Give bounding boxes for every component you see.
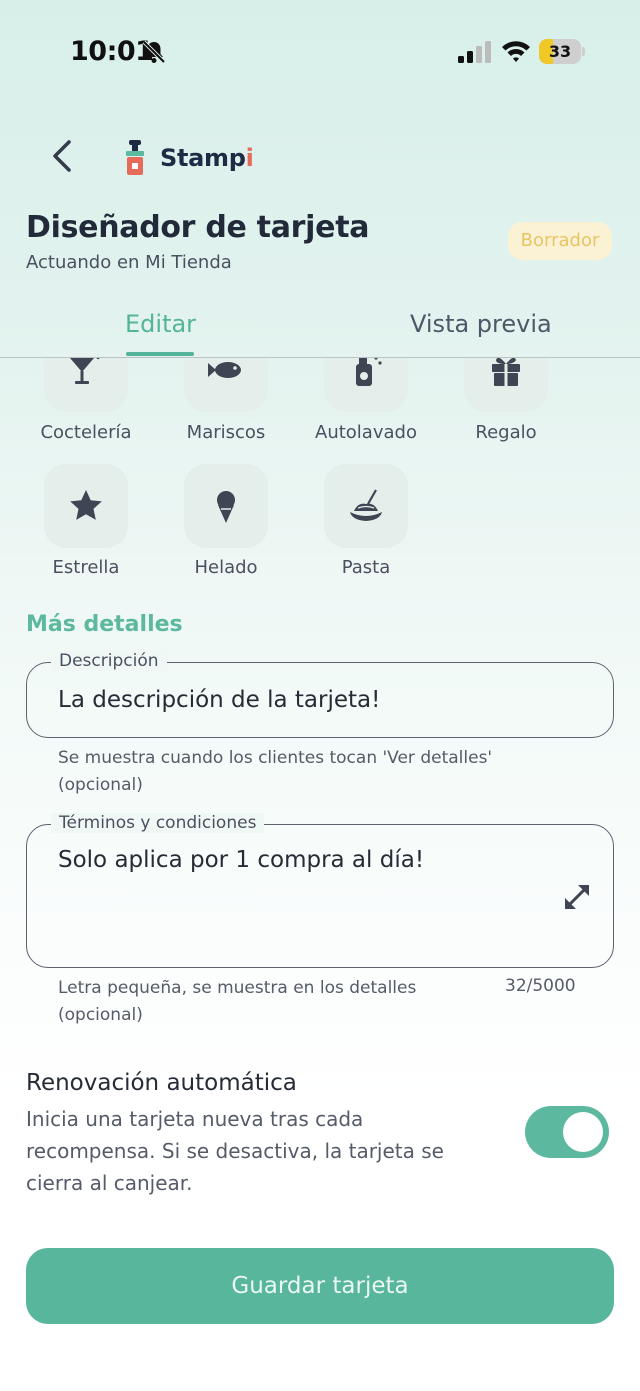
fish-icon: [208, 362, 241, 378]
active-tab-indicator: [126, 352, 194, 356]
page-subtitle: Actuando en Mi Tienda: [26, 252, 232, 273]
renewal-title: Renovación automática: [26, 1070, 297, 1096]
terms-field[interactable]: Términos y condiciones Solo aplica por 1…: [26, 813, 614, 968]
section-title-more-details: Más detalles: [26, 612, 183, 637]
page-title: Diseñador de tarjeta: [26, 210, 370, 245]
icon-label-ice-cream: Helado: [194, 557, 258, 578]
description-input-value[interactable]: La descripción de la tarjeta!: [58, 687, 380, 713]
stampi-logo-icon: [126, 140, 144, 175]
wifi-icon: [502, 41, 530, 62]
cellular-signal-icon: [458, 41, 491, 63]
terms-input-value[interactable]: Solo aplica por 1 compra al día!: [58, 847, 424, 873]
status-bar: 10:01 33: [0, 0, 640, 100]
stampi-logo: Stampi: [122, 138, 254, 178]
icon-option-fish[interactable]: [184, 358, 268, 412]
logo-text: Stampi: [160, 144, 254, 172]
save-card-button[interactable]: Guardar tarjeta: [26, 1248, 614, 1324]
icon-option-cocktail[interactable]: [44, 358, 128, 412]
terms-char-counter: 32/5000: [505, 976, 576, 996]
icon-option-car-wash[interactable]: [324, 358, 408, 412]
description-helper: Se muestra cuando los clientes tocan 'Ve…: [58, 748, 493, 795]
icon-label-fish: Mariscos: [186, 422, 266, 443]
ice-cream-icon: [217, 491, 235, 523]
cocktail-icon: [70, 358, 100, 384]
description-field[interactable]: Descripción La descripción de la tarjeta…: [26, 651, 614, 738]
renewal-toggle[interactable]: [525, 1106, 609, 1158]
terms-label: Términos y condiciones: [51, 813, 265, 833]
icon-option-star[interactable]: [44, 464, 128, 548]
icon-option-pasta[interactable]: [324, 464, 408, 548]
icon-label-car-wash: Autolavado: [315, 422, 417, 443]
star-icon: [70, 490, 102, 520]
renewal-description: Inicia una tarjeta nueva tras cada recom…: [26, 1107, 444, 1195]
status-badge: Borrador: [508, 222, 612, 260]
expand-icon[interactable]: [559, 879, 595, 915]
chevron-left-icon: [53, 140, 71, 172]
tab-preview[interactable]: Vista previa: [410, 302, 552, 346]
terms-helper: Letra pequeña, se muestra en los detalle…: [58, 978, 417, 1025]
icon-option-ice-cream[interactable]: [184, 464, 268, 548]
bell-slash-icon: [142, 40, 166, 64]
gift-icon: [492, 358, 520, 386]
icon-label-cocktail: Coctelería: [40, 422, 132, 443]
car-wash-icon: [356, 358, 382, 386]
description-label: Descripción: [51, 651, 167, 671]
icon-grid-row-1: [0, 358, 640, 413]
battery-percent: 33: [548, 42, 572, 61]
battery-indicator: 33: [539, 39, 585, 64]
toggle-knob: [563, 1112, 603, 1152]
tab-bar: Editar Vista previa: [0, 296, 640, 358]
icon-option-gift[interactable]: [464, 358, 548, 412]
pasta-icon: [350, 489, 382, 521]
tab-edit[interactable]: Editar: [125, 302, 196, 346]
icon-label-gift: Regalo: [475, 422, 537, 443]
icon-label-pasta: Pasta: [341, 557, 391, 578]
back-button[interactable]: [40, 132, 84, 180]
icon-label-star: Estrella: [52, 557, 120, 578]
